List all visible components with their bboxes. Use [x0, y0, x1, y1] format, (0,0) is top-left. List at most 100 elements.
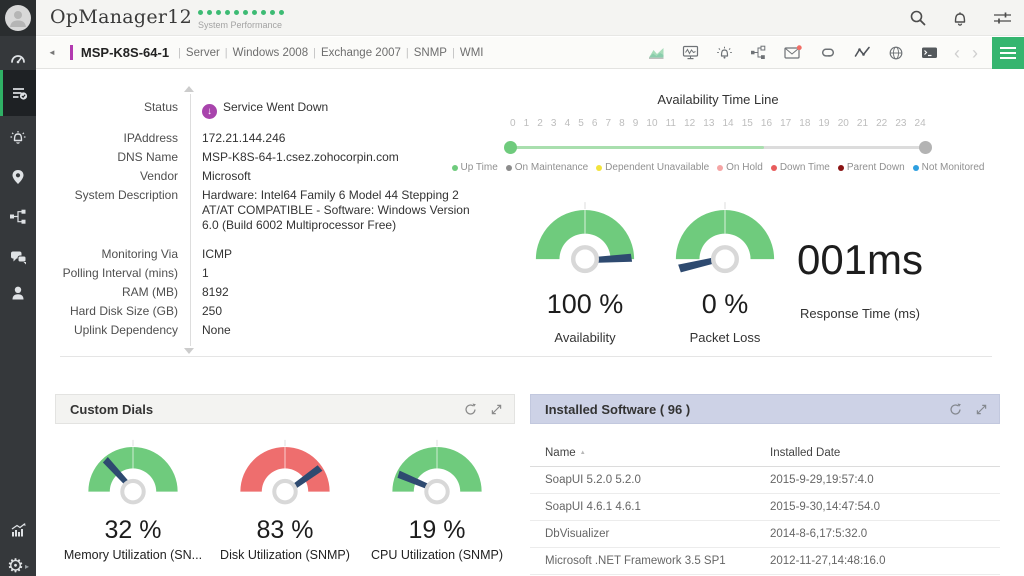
status-dot [279, 10, 284, 15]
hour-label: 17 [780, 118, 791, 129]
device-name: MSP-K8S-64-1 [81, 45, 169, 60]
hour-label: 0 [510, 118, 516, 129]
report-chart-icon [9, 521, 28, 539]
detail-label: Status [36, 100, 178, 119]
link-button[interactable] [819, 45, 837, 60]
topology-icon [9, 208, 27, 226]
column-header-date[interactable]: Installed Date [770, 447, 840, 459]
breadcrumb-item: SNMP [414, 47, 447, 59]
section-divider [60, 356, 992, 357]
hour-label: 21 [857, 118, 868, 129]
detail-value: 1 [202, 266, 474, 281]
legend-item: On Maintenance [506, 162, 588, 173]
nav-inventory-item[interactable] [0, 70, 36, 116]
detail-label: Vendor [36, 169, 178, 184]
detail-row: DNS NameMSP-K8S-64-1.csez.zohocorpin.com [36, 150, 486, 165]
hour-label: 4 [565, 118, 571, 129]
nav-alarms-item[interactable] [0, 118, 36, 156]
custom-dial: 19 % CPU Utilization (SNMP) [364, 438, 510, 562]
toolbar-icons [648, 45, 938, 61]
legend-label: Parent Down [847, 162, 905, 173]
software-date: 2012-11-27,14:48:16.0 [770, 555, 886, 567]
gauge-label: Packet Loss [660, 330, 790, 345]
status-dot [216, 10, 221, 15]
status-dot [261, 10, 266, 15]
avatar[interactable] [0, 0, 36, 36]
web-button[interactable] [888, 45, 904, 61]
detail-label: Monitoring Via [36, 247, 178, 262]
collapse-details-button[interactable] [184, 86, 194, 92]
graph-button[interactable] [854, 45, 871, 60]
table-row: Microsoft .NET Framework 3.5 SP12012-11-… [530, 548, 1000, 575]
installed-software-header: Installed Software ( 96 ) [530, 394, 1000, 424]
timeline-hours: 0123456789101112131415161718192021222324 [510, 118, 926, 129]
legend-item: On Hold [717, 162, 763, 173]
expand-dials-button[interactable] [491, 404, 502, 415]
topbar: OpManager12 System Performance [36, 0, 1024, 36]
hour-label: 6 [592, 118, 598, 129]
detail-row: Polling Interval (mins)1 [36, 266, 486, 281]
performance-chart-button[interactable] [648, 45, 665, 60]
dial-value: 83 % [212, 516, 358, 545]
detail-value: ↓Service Went Down [202, 100, 474, 119]
alarm-button[interactable] [716, 45, 733, 60]
detail-label: Hard Disk Size (GB) [36, 304, 178, 319]
back-button[interactable]: ◄ [48, 48, 56, 57]
terminal-button[interactable] [921, 45, 938, 60]
prev-page-button[interactable]: ‹ [954, 44, 960, 62]
legend-dot-icon [913, 165, 919, 171]
mail-button[interactable] [784, 45, 802, 60]
table-row: SoapUI 4.6.1 4.6.12015-9-30,14:47:54.0 [530, 494, 1000, 521]
detail-value: 172.21.144.246 [202, 131, 474, 146]
bell-icon [951, 9, 969, 27]
dial-value: 19 % [364, 516, 510, 545]
next-page-button[interactable]: › [972, 44, 978, 62]
dial-value: 32 % [60, 516, 206, 545]
custom-dials-actions [464, 403, 502, 416]
expand-icon [976, 404, 987, 415]
monitor-button[interactable] [682, 45, 699, 60]
detail-value: MSP-K8S-64-1.csez.zohocorpin.com [202, 150, 474, 165]
settings-sliders-button[interactable] [993, 10, 1012, 26]
hour-label: 24 [915, 118, 926, 129]
topology-button[interactable] [750, 45, 767, 60]
hour-label: 19 [819, 118, 830, 129]
search-button[interactable] [909, 9, 927, 27]
refresh-software-button[interactable] [949, 403, 962, 416]
gauge-dial [530, 200, 640, 275]
response-time: 001ms Response Time (ms) [750, 238, 970, 321]
legend-item: Down Time [771, 162, 830, 173]
dial-label: CPU Utilization (SNMP) [364, 548, 510, 562]
breadcrumb-items: |Server|Windows 2008|Exchange 2007|SNMP|… [173, 47, 483, 59]
nav-chat-item[interactable] [0, 238, 36, 276]
details-rows: Status↓Service Went DownIPAddress172.21.… [36, 100, 486, 342]
nav-settings-item[interactable]: ⚙▸ [0, 547, 36, 576]
expand-details-button[interactable] [184, 348, 194, 354]
nav-users-item[interactable] [0, 274, 36, 312]
hour-label: 13 [703, 118, 714, 129]
menu-button[interactable] [992, 37, 1024, 69]
refresh-icon [949, 403, 962, 416]
hour-label: 20 [838, 118, 849, 129]
refresh-dials-button[interactable] [464, 403, 477, 416]
custom-dials-panel: Custom Dials 32 %Memory Utilizat [55, 394, 515, 562]
detail-row: Status ↓Service Went Down [36, 100, 486, 119]
sort-icon: ▲ [580, 450, 586, 456]
terminal-icon [921, 45, 938, 60]
timeline-end-dot[interactable] [919, 141, 932, 154]
notifications-button[interactable] [951, 9, 969, 27]
search-icon [909, 9, 927, 27]
legend-item: Not Monitored [913, 162, 985, 173]
nav-topology-item[interactable] [0, 198, 36, 236]
status-dot [234, 10, 239, 15]
breadcrumb-item: WMI [460, 47, 484, 59]
software-name: SoapUI 5.2.0 5.2.0 [545, 474, 770, 486]
nav-reports-item[interactable] [0, 511, 36, 549]
nav-maps-item[interactable] [0, 158, 36, 196]
detail-value: None [202, 323, 474, 338]
hour-label: 2 [537, 118, 543, 129]
sidebar: ⚙▸ [0, 0, 36, 576]
column-header-name[interactable]: Name▲ [545, 447, 770, 459]
status-dot [198, 10, 203, 15]
expand-software-button[interactable] [976, 404, 987, 415]
